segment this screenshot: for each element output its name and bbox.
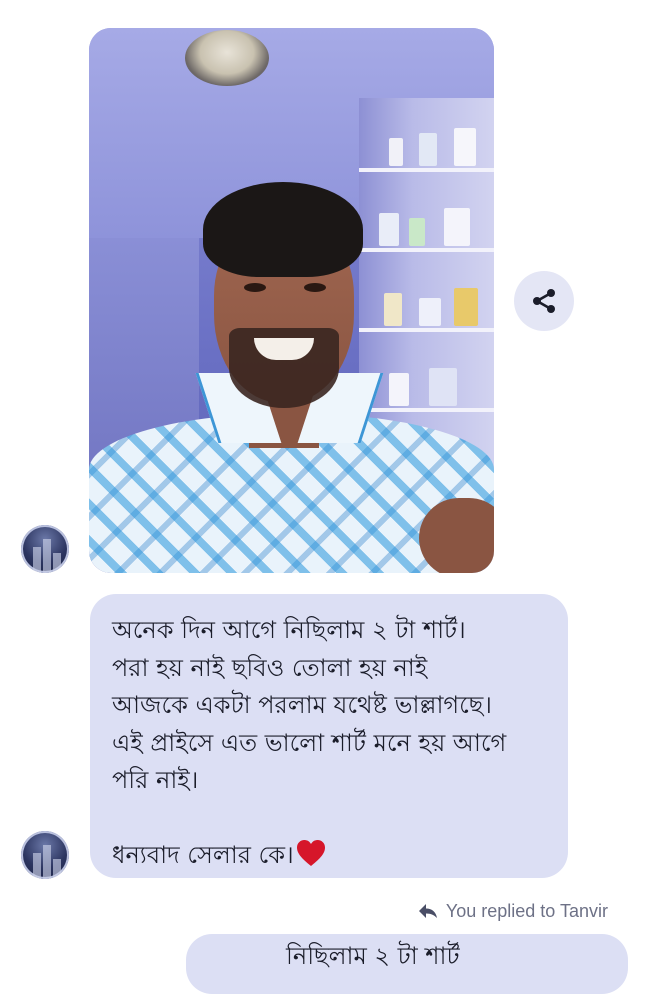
reply-indicator: You replied to Tanvir — [418, 899, 608, 923]
message-line: আজকে একটা পরলাম যথেষ্ট ভাল্লাগছে। — [112, 691, 492, 719]
photo-message[interactable] — [89, 28, 494, 573]
sender-avatar[interactable] — [21, 831, 69, 879]
message-line: অনেক দিন আগে নিছিলাম ২ টা শার্ট। — [112, 616, 466, 644]
thanks-text: ধন্যবাদ সেলার কে। — [112, 841, 294, 869]
share-icon — [533, 289, 555, 313]
photo-person — [89, 28, 494, 573]
heart-emoji — [296, 839, 326, 879]
message-line: পরি নাই। — [112, 766, 199, 794]
next-message-text: নিছিলাম ২ টা শার্ট — [286, 942, 460, 970]
message-line: এই প্রাইসে এত ভালো শার্ট মনে হয় আগে — [112, 728, 507, 757]
message-line: পরা হয় নাই ছবিও তোলা হয় নাই — [112, 653, 428, 682]
reply-arrow-icon — [418, 904, 437, 918]
next-message-bubble[interactable]: নিছিলাম ২ টা শার্ট — [186, 934, 628, 994]
text-message-bubble[interactable]: অনেক দিন আগে নিছিলাম ২ টা শার্ট। পরা হয়… — [90, 594, 568, 878]
reply-indicator-text: You replied to Tanvir — [445, 900, 608, 921]
sender-avatar[interactable] — [21, 525, 69, 573]
share-button[interactable] — [514, 271, 574, 331]
message-line-thanks: ধন্যবাদ সেলার কে। — [112, 837, 546, 879]
